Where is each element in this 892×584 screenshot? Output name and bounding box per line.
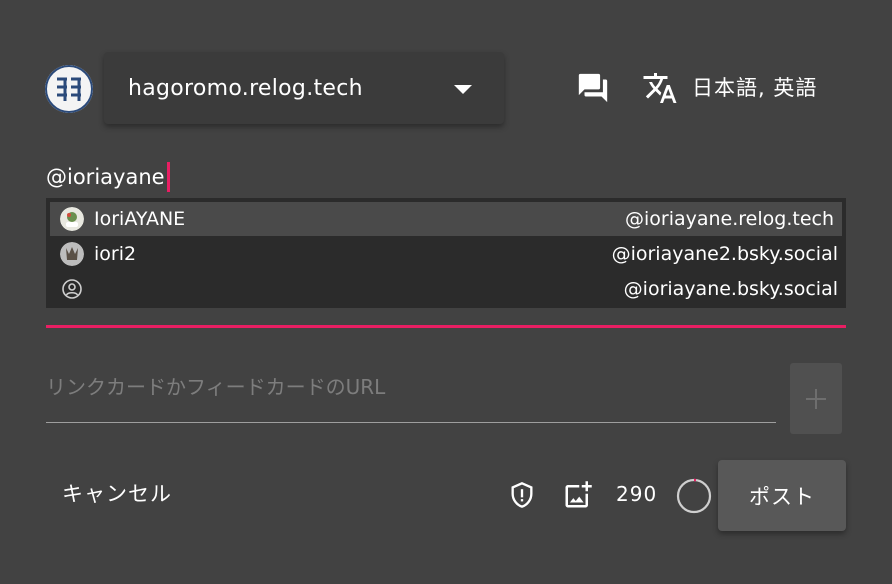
post-text-input[interactable]: @ioriayane (46, 162, 170, 192)
suggestion-display-name: IoriAYANE (94, 208, 186, 230)
server-select-value: hagoromo.relog.tech (128, 75, 363, 101)
suggestion-item[interactable]: IoriAYANE @ioriayane.relog.tech (50, 202, 842, 236)
suggestion-handle: @ioriayane2.bsky.social (611, 242, 838, 265)
post-button[interactable]: ポスト (718, 460, 846, 531)
forum-icon[interactable] (576, 71, 610, 105)
cancel-button[interactable]: キャンセル (62, 478, 172, 508)
server-select[interactable]: hagoromo.relog.tech (104, 52, 504, 124)
content-warning-shield-icon[interactable] (508, 481, 536, 509)
default-avatar-icon (60, 277, 84, 301)
link-card-url-field[interactable] (46, 367, 776, 423)
user-avatar-logo-icon (45, 65, 93, 113)
suggestion-handle: @ioriayane.bsky.social (623, 277, 838, 300)
account-avatar[interactable] (45, 65, 93, 113)
suggestion-item[interactable]: iori2 @ioriayane2.bsky.social (46, 236, 846, 271)
translate-icon[interactable] (642, 70, 678, 106)
plus-icon (806, 388, 826, 409)
suggestion-avatar-icon (60, 207, 84, 231)
suggestion-item[interactable]: @ioriayane.bsky.social (46, 271, 846, 306)
link-card-url-input[interactable] (46, 367, 776, 407)
remaining-character-count: 290 (616, 482, 658, 506)
text-cursor (166, 162, 170, 192)
post-text-value: @ioriayane (46, 165, 165, 189)
language-label[interactable]: 日本語, 英語 (692, 72, 817, 102)
suggestion-handle: @ioriayane.relog.tech (624, 208, 834, 230)
suggestion-avatar-icon (60, 241, 84, 266)
character-progress-ring (676, 478, 712, 514)
add-image-icon[interactable] (563, 480, 593, 510)
mention-suggestion-list: IoriAYANE @ioriayane.relog.tech iori2 @i… (46, 198, 846, 308)
add-link-card-button[interactable] (790, 363, 842, 434)
text-field-underline (46, 325, 846, 328)
dropdown-caret-icon (454, 85, 472, 94)
suggestion-display-name: iori2 (94, 242, 137, 265)
